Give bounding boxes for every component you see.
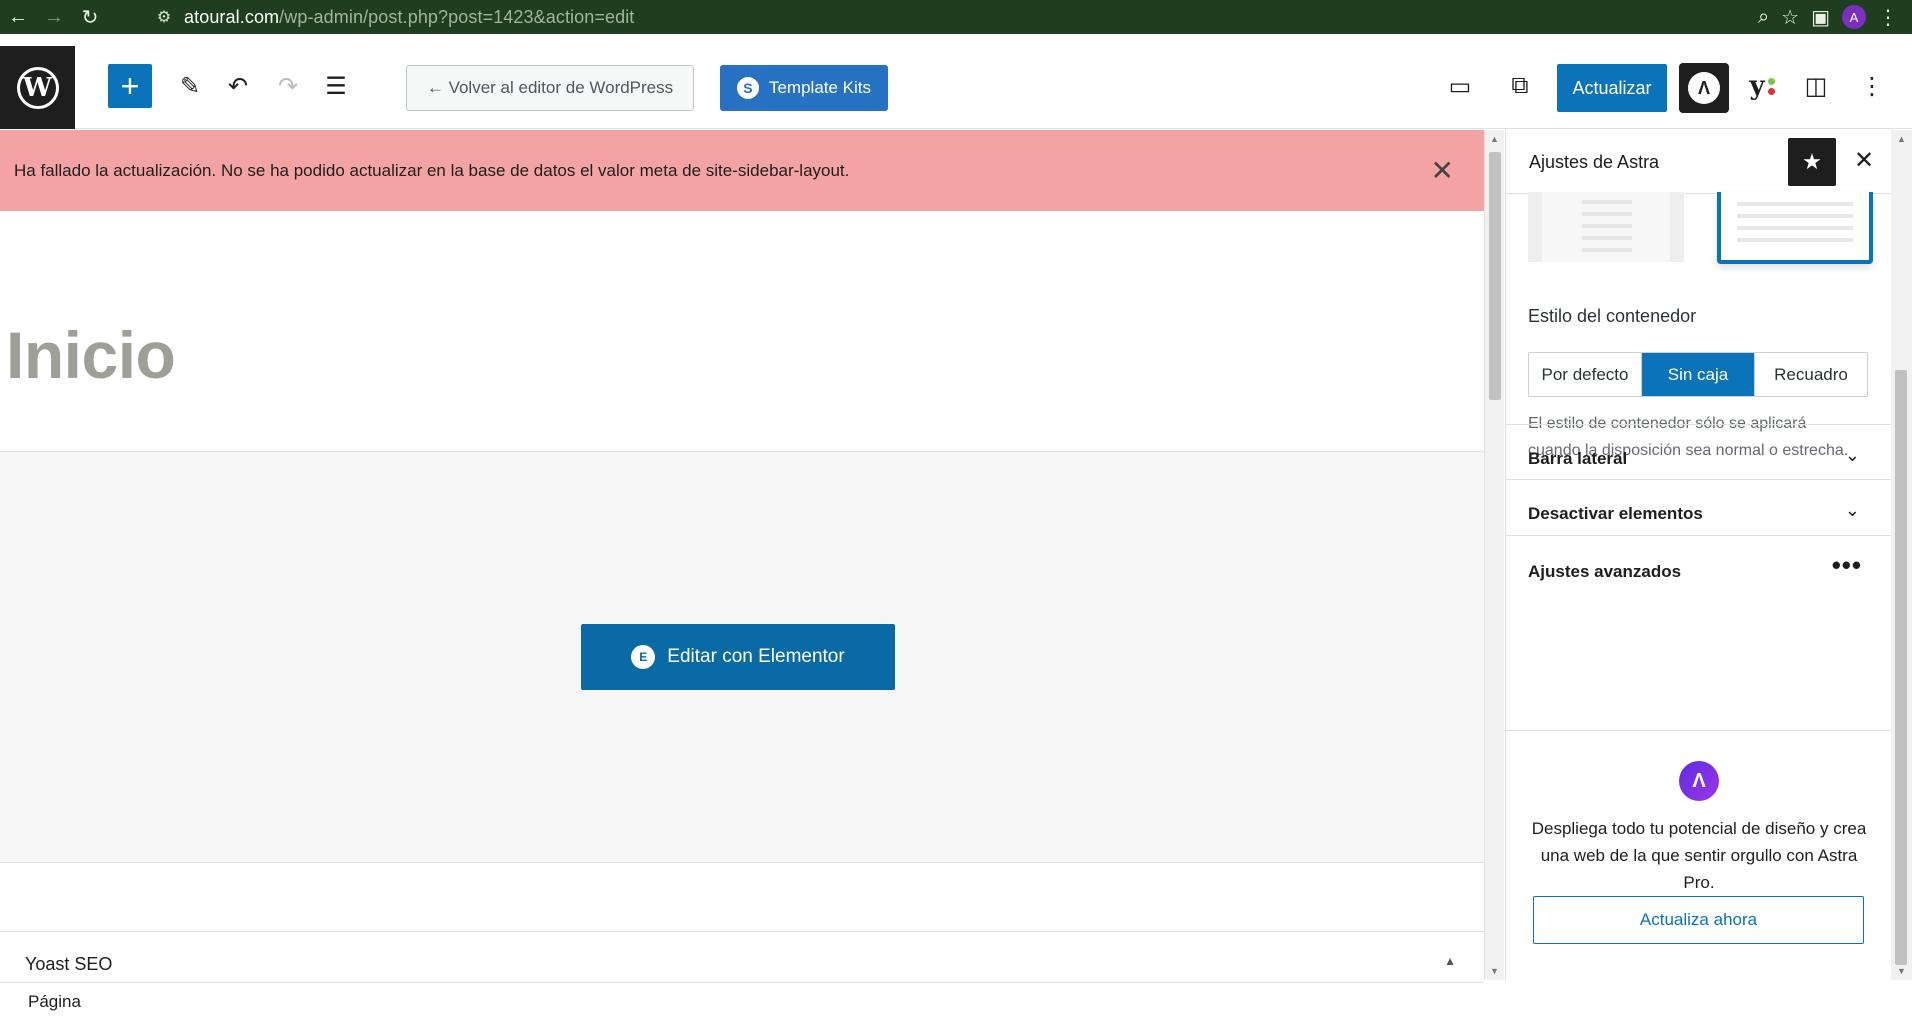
astra-settings-button[interactable]: Λ bbox=[1679, 63, 1729, 113]
scroll-up-icon[interactable]: ▲ bbox=[1897, 134, 1906, 144]
template-kits-icon: S bbox=[736, 77, 759, 99]
layout-thumbnails bbox=[1528, 192, 1873, 268]
layout-option-selected[interactable] bbox=[1717, 192, 1873, 264]
elementor-placeholder: E Editar con Elementor bbox=[0, 451, 1484, 863]
scroll-up-icon[interactable]: ▲ bbox=[1490, 134, 1499, 144]
editor-toolbar: W + ✎ ↶ ↷ ☰ ← Volver al editor de WordPr… bbox=[0, 46, 1912, 129]
add-block-button[interactable]: + bbox=[108, 64, 152, 108]
url-host: atoural.com bbox=[184, 6, 280, 27]
container-option-boxed[interactable]: Recuadro bbox=[1755, 353, 1867, 396]
accordion-advanced-settings-label: Ajustes avanzados bbox=[1528, 562, 1682, 581]
canvas-scrollbar[interactable]: ▲ ▼ bbox=[1484, 130, 1504, 980]
page-title[interactable]: Inicio bbox=[6, 317, 176, 393]
yoast-logo-icon: y bbox=[1749, 71, 1765, 101]
astra-settings-sidebar: Ajustes de Astra ★ ✕ Estilo del contened… bbox=[1505, 130, 1891, 980]
more-options-icon[interactable]: ••• bbox=[1832, 550, 1862, 581]
wordpress-logo-button[interactable]: W bbox=[0, 46, 75, 129]
zoom-icon[interactable]: ⌕ bbox=[1758, 6, 1769, 29]
back-icon[interactable]: ← bbox=[0, 0, 36, 34]
error-notice: Ha fallado la actualización. No se ha po… bbox=[0, 130, 1484, 211]
elementor-icon: E bbox=[631, 645, 656, 669]
profile-avatar[interactable]: A bbox=[1842, 5, 1866, 29]
scroll-down-icon[interactable]: ▼ bbox=[1490, 966, 1499, 976]
options-menu-icon[interactable]: ⋮ bbox=[1850, 64, 1894, 108]
chevron-down-icon: ⌄ bbox=[1844, 500, 1860, 520]
wordpress-logo-icon: W bbox=[16, 66, 59, 109]
template-kits-button[interactable]: S Template Kits bbox=[720, 65, 888, 111]
promo-text: Despliega todo tu potencial de diseño y … bbox=[1531, 819, 1867, 892]
site-settings-icon[interactable]: ⚙ bbox=[144, 7, 184, 27]
editor-canvas: Inicio E Editar con Elementor bbox=[0, 211, 1484, 931]
accordion-advanced-settings[interactable]: Ajustes avanzados ••• bbox=[1506, 535, 1891, 605]
browser-menu-icon[interactable]: ⋮ bbox=[1878, 5, 1898, 30]
edit-with-elementor-button[interactable]: E Editar con Elementor bbox=[581, 624, 895, 690]
dismiss-notice-icon[interactable]: ✕ bbox=[1431, 154, 1454, 187]
yoast-metabox-title: Yoast SEO bbox=[25, 954, 113, 974]
edit-with-elementor-label: Editar con Elementor bbox=[667, 646, 845, 667]
bookmark-star-icon[interactable]: ☆ bbox=[1781, 5, 1799, 30]
scroll-down-icon[interactable]: ▼ bbox=[1897, 966, 1906, 976]
template-kits-label: Template Kits bbox=[768, 78, 872, 97]
browser-actions: ⌕ ☆ ▣ A ⋮ bbox=[1758, 0, 1912, 34]
update-button[interactable]: Actualizar bbox=[1557, 64, 1667, 112]
view-page-external-icon[interactable]: ⧉ bbox=[1498, 64, 1542, 108]
url-path: /wp-admin/post.php?post=1423&action=edit bbox=[279, 6, 635, 27]
pin-star-icon[interactable]: ★ bbox=[1788, 138, 1836, 186]
astra-pro-promo: Λ Despliega todo tu potencial de diseño … bbox=[1506, 730, 1891, 980]
sidebar-scroll-thumb[interactable] bbox=[1895, 370, 1907, 965]
undo-icon[interactable]: ↶ bbox=[216, 64, 260, 108]
address-bar[interactable]: ⚙ atoural.com/wp-admin/post.php?post=142… bbox=[144, 2, 1774, 32]
close-sidebar-icon[interactable]: ✕ bbox=[1854, 146, 1874, 175]
container-option-unboxed[interactable]: Sin caja bbox=[1642, 353, 1755, 396]
reload-icon[interactable]: ↻ bbox=[72, 0, 108, 34]
breadcrumb-page: Página bbox=[28, 992, 81, 1011]
side-panel-icon[interactable]: ▣ bbox=[1811, 5, 1830, 30]
document-overview-icon[interactable]: ☰ bbox=[314, 64, 358, 108]
notice-message: Ha fallado la actualización. No se ha po… bbox=[14, 160, 850, 180]
chevron-down-icon: ⌄ bbox=[1844, 445, 1860, 465]
astra-logo-icon: Λ bbox=[1688, 72, 1720, 104]
astra-pro-logo-icon: Λ bbox=[1679, 761, 1719, 801]
redo-icon[interactable]: ↷ bbox=[266, 64, 310, 108]
yoast-score-icon bbox=[1767, 77, 1775, 95]
sidebar-title: Ajustes de Astra bbox=[1529, 152, 1660, 172]
settings-sidebar-icon[interactable]: ◫ bbox=[1794, 64, 1838, 108]
accordion-sidebar-label: Barra lateral bbox=[1528, 449, 1628, 468]
accordion-disable-elements-label: Desactivar elementos bbox=[1528, 504, 1703, 523]
upgrade-now-button[interactable]: Actualiza ahora bbox=[1533, 896, 1864, 944]
container-style-label: Estilo del contenedor bbox=[1528, 306, 1697, 326]
canvas-scroll-thumb[interactable] bbox=[1489, 152, 1501, 400]
preview-device-icon[interactable]: ▭ bbox=[1438, 64, 1482, 108]
yoast-seo-button[interactable]: y bbox=[1737, 64, 1787, 108]
layout-option-normal[interactable] bbox=[1528, 192, 1684, 262]
collapse-caret-icon[interactable]: ▲ bbox=[1444, 954, 1456, 968]
back-to-wordpress-editor-button[interactable]: ← Volver al editor de WordPress bbox=[406, 65, 694, 111]
url-text: atoural.com/wp-admin/post.php?post=1423&… bbox=[184, 7, 634, 28]
meta-box-area: Yoast SEO ▲ Página bbox=[0, 931, 1484, 1017]
sidebar-header: Ajustes de Astra ★ ✕ bbox=[1506, 130, 1891, 194]
container-style-selector: Por defecto Sin caja Recuadro bbox=[1528, 352, 1868, 397]
yoast-metabox-header[interactable]: Yoast SEO ▲ bbox=[0, 931, 1484, 983]
forward-icon[interactable]: → bbox=[36, 0, 72, 34]
browser-bar: ← → ↻ ⚙ atoural.com/wp-admin/post.php?po… bbox=[0, 0, 1912, 34]
pencil-icon[interactable]: ✎ bbox=[168, 64, 212, 108]
sidebar-scrollbar[interactable]: ▲ ▼ bbox=[1891, 130, 1912, 980]
container-option-default[interactable]: Por defecto bbox=[1529, 353, 1642, 396]
